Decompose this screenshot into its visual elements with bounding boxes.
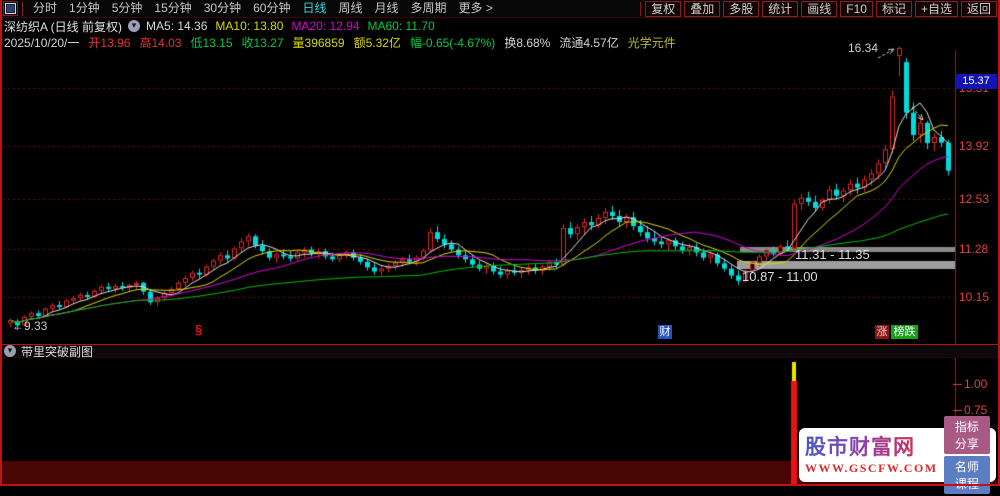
- period-toolbar: 分时 1分钟 5分钟 15分钟 30分钟 60分钟 日线 周线 月线 多周期 更多 > 复权 叠加 多股…: [0, 0, 1000, 18]
- ohlc-info-bar: 2025/10/20/一 开13.96 高14.03 低13.15 收13.27 量396…: [4, 34, 676, 50]
- chevron-down-icon[interactable]: ▾: [128, 20, 141, 32]
- watermark-text-block: 股市财富网 WWW.GSCFW.COM: [805, 435, 938, 476]
- info-segment: 2025/10/20/一: [4, 36, 80, 50]
- toolbar-button[interactable]: 标记: [875, 0, 912, 17]
- stock-title: 深纺织A (日线 前复权): [4, 19, 123, 34]
- watermark-url: WWW.GSCFW.COM: [805, 460, 938, 475]
- ex-rights-marker: §: [195, 322, 203, 337]
- toolbar-button[interactable]: 复权: [645, 0, 682, 17]
- gainers-badge[interactable]: 涨: [875, 325, 889, 339]
- period-tab[interactable]: 更多 >: [453, 0, 499, 17]
- ma-value: MA5: 14.36: [146, 19, 208, 33]
- watermark-site-name: 股市财富网: [805, 435, 938, 461]
- last-price-marker: 15.37: [955, 74, 997, 89]
- window-border-left: [0, 0, 2, 486]
- price-axis-label: 12.53: [959, 192, 990, 206]
- period-tab[interactable]: 30分钟: [198, 0, 247, 17]
- toolbar-separator-right: [640, 1, 642, 16]
- ma-value: MA10: 13.80: [215, 19, 284, 33]
- price-axis-label: 10.15: [959, 290, 990, 304]
- toolbar-button[interactable]: 返回: [960, 0, 997, 17]
- tdx-window: 分时 1分钟 5分钟 15分钟 30分钟 60分钟 日线 周线 月线 多周期 更多 > 复权 叠加 多股…: [0, 0, 1000, 494]
- info-segment: 换8.68%: [504, 36, 551, 50]
- info-segment: 量396859: [292, 36, 345, 50]
- watermark-badge-teacher-course: 名师课程: [943, 456, 990, 494]
- price-band-label: 10.87 - 11.00: [742, 269, 818, 284]
- period-tab[interactable]: 多周期: [405, 0, 453, 17]
- info-segment: 收13.27: [241, 36, 284, 50]
- losers-rank-badge[interactable]: 榜跌: [891, 325, 918, 339]
- period-tab[interactable]: 5分钟: [106, 0, 149, 17]
- toolbar-button[interactable]: 叠加: [684, 0, 721, 17]
- toolbar-buttons: 复权 叠加 多股 统计 画线 F10 标记 +自选 返回: [645, 0, 1000, 17]
- info-segment: 幅-0.65(-4.67%): [409, 36, 496, 50]
- toolbar-separator: [22, 1, 23, 16]
- toolbar-button[interactable]: F10: [840, 0, 873, 17]
- finance-badge[interactable]: 财: [658, 325, 672, 339]
- chevron-down-icon[interactable]: ▾: [4, 345, 16, 357]
- info-segment: 流通4.57亿: [559, 36, 619, 50]
- info-segment: 额5.32亿: [353, 36, 401, 50]
- subchart-axis-label: 1.00: [964, 377, 988, 391]
- period-tab[interactable]: 周线: [332, 0, 368, 17]
- window-icon[interactable]: [3, 1, 18, 16]
- period-tab[interactable]: 分时: [27, 0, 63, 17]
- stock-info-bar: 深纺织A (日线 前复权) ▾ MA5: 14.36 MA10: 13.80 MA2…: [4, 18, 443, 34]
- info-segment: 光学元件: [627, 36, 676, 50]
- low-price-annotation: ←9.33: [12, 319, 48, 333]
- subchart-header: ▾ 带里突破副图: [0, 344, 1000, 359]
- high-price-annotation: 16.34: [848, 41, 879, 55]
- ma-legend: MA5: 14.36 MA10: 13.80 MA20: 12.94 MA60: 11…: [146, 19, 443, 33]
- period-tab[interactable]: 1分钟: [63, 0, 106, 17]
- toolbar-button[interactable]: 统计: [762, 0, 799, 17]
- ma-value: MA60: 11.70: [367, 19, 435, 33]
- toolbar-button[interactable]: 多股: [723, 0, 760, 17]
- info-segment: 开13.96: [88, 36, 131, 50]
- watermark[interactable]: 股市财富网 WWW.GSCFW.COM 指标分享 名师课程: [799, 416, 996, 494]
- price-band-label: 11.31 - 11.35: [795, 247, 870, 262]
- ma-value: MA20: 12.94: [291, 19, 360, 33]
- toolbar-button[interactable]: 画线: [801, 0, 838, 17]
- subchart-title: 带里突破副图: [21, 344, 94, 359]
- info-segment: 高14.03: [139, 36, 182, 50]
- price-axis-label: 13.92: [959, 139, 990, 153]
- candlestick-chart-canvas[interactable]: [0, 0, 1000, 486]
- period-tab[interactable]: 日线: [296, 0, 332, 17]
- watermark-badge-indicator-share: 指标分享: [943, 416, 990, 454]
- toolbar-button[interactable]: +自选: [914, 0, 958, 17]
- price-axis-label: 11.28: [959, 242, 989, 256]
- period-tab[interactable]: 60分钟: [247, 0, 296, 17]
- period-tab[interactable]: 月线: [369, 0, 405, 17]
- period-tab[interactable]: 15分钟: [148, 0, 197, 17]
- info-segment: 低13.15: [190, 36, 233, 50]
- window-icon-glyph: [5, 3, 16, 14]
- period-tabs: 分时 1分钟 5分钟 15分钟 30分钟 60分钟 日线 周线 月线 多周期 更多 >: [27, 0, 499, 17]
